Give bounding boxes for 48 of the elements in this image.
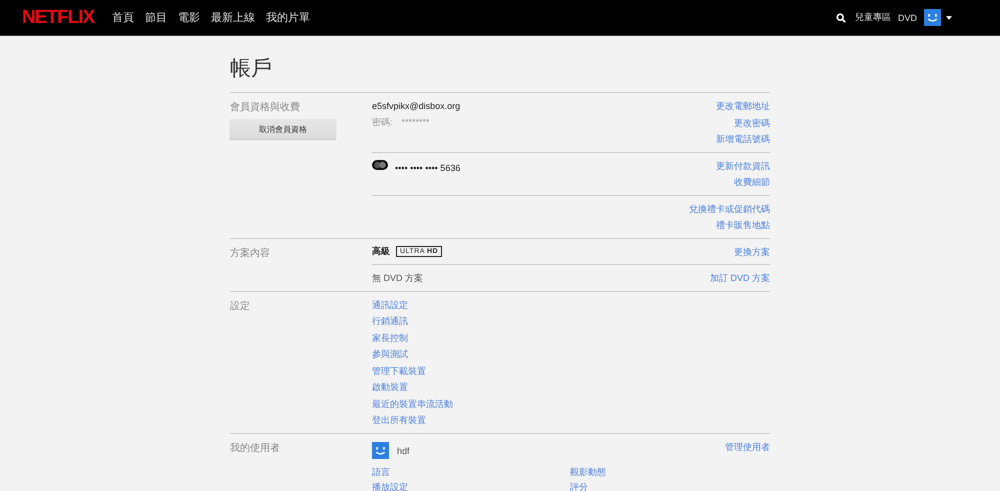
plan-name: 高級 bbox=[372, 245, 390, 258]
account-link[interactable]: 更改電郵地址 bbox=[716, 98, 770, 114]
settings-link[interactable]: 通訊設定 bbox=[372, 296, 453, 313]
card-number: •••• •••• •••• 5636 bbox=[395, 162, 460, 172]
profile-setting-link[interactable]: 語言 bbox=[372, 464, 570, 480]
settings-link[interactable]: 最近的裝置串流活動 bbox=[372, 396, 453, 412]
section-label: 會員資格與收費 bbox=[230, 100, 301, 114]
section-label: 設定 bbox=[230, 300, 251, 312]
nav-link[interactable]: 我的片單 bbox=[266, 10, 310, 25]
account-link[interactable]: 禮卡販售地點 bbox=[716, 217, 770, 234]
kids-link[interactable]: 兒童專區 bbox=[854, 11, 891, 24]
nav-link[interactable]: 節目 bbox=[145, 10, 168, 25]
settings-link[interactable]: 管理下載裝置 bbox=[372, 362, 453, 379]
section-label: 我的使用者 bbox=[230, 442, 281, 454]
search-icon[interactable] bbox=[836, 12, 846, 22]
profile-setting-link[interactable]: 播放設定 bbox=[372, 480, 570, 491]
field-label: 密碼: bbox=[372, 116, 393, 128]
profile-setting-link[interactable]: 觀影動態 bbox=[570, 464, 770, 480]
account-link[interactable]: 更換方案 bbox=[734, 244, 770, 260]
settings-link[interactable]: 啟動裝置 bbox=[372, 379, 453, 396]
email-text: e5sfvpikx@disbox.org bbox=[372, 101, 460, 111]
account-link[interactable]: 加訂 DVD 方案 bbox=[710, 270, 770, 286]
account-link[interactable]: 兌換禮卡或促銷代碼 bbox=[689, 200, 770, 217]
page-title: 帳戶 bbox=[230, 56, 273, 82]
avatar-icon[interactable] bbox=[924, 9, 941, 26]
netflix-logo[interactable]: NETFLIX bbox=[22, 6, 94, 28]
profile-setting-link[interactable]: 評分 bbox=[570, 480, 770, 491]
settings-link[interactable]: 登出所有裝置 bbox=[372, 412, 453, 428]
cancel-membership-button[interactable]: 取消會員資格 bbox=[230, 119, 336, 139]
card-icon bbox=[372, 160, 388, 170]
nav-link[interactable]: 電影 bbox=[178, 10, 200, 25]
plan-text: 無 DVD 方案 bbox=[372, 272, 424, 284]
settings-link[interactable]: 家長控制 bbox=[372, 330, 453, 346]
profile-avatar-icon bbox=[372, 442, 389, 459]
account-link[interactable]: 管理使用者 bbox=[725, 438, 770, 455]
account-link[interactable]: 更新付款資訊 bbox=[716, 158, 770, 174]
dvd-link[interactable]: DVD bbox=[898, 12, 917, 22]
account-link[interactable]: 收費細節 bbox=[734, 174, 770, 190]
section-label: 方案內容 bbox=[230, 246, 271, 260]
nav-link[interactable]: 最新上線 bbox=[211, 10, 256, 25]
nav-link[interactable]: 首頁 bbox=[112, 10, 134, 25]
account-link[interactable]: 新增電話號碼 bbox=[716, 131, 770, 148]
profile-name: hdf bbox=[397, 446, 410, 456]
password-value: ******** bbox=[402, 117, 430, 127]
settings-link[interactable]: 行銷通訊 bbox=[372, 313, 453, 330]
caret-icon[interactable] bbox=[946, 16, 952, 20]
settings-link[interactable]: 參與測試 bbox=[372, 346, 453, 362]
account-link[interactable]: 更改密碼 bbox=[734, 114, 770, 131]
